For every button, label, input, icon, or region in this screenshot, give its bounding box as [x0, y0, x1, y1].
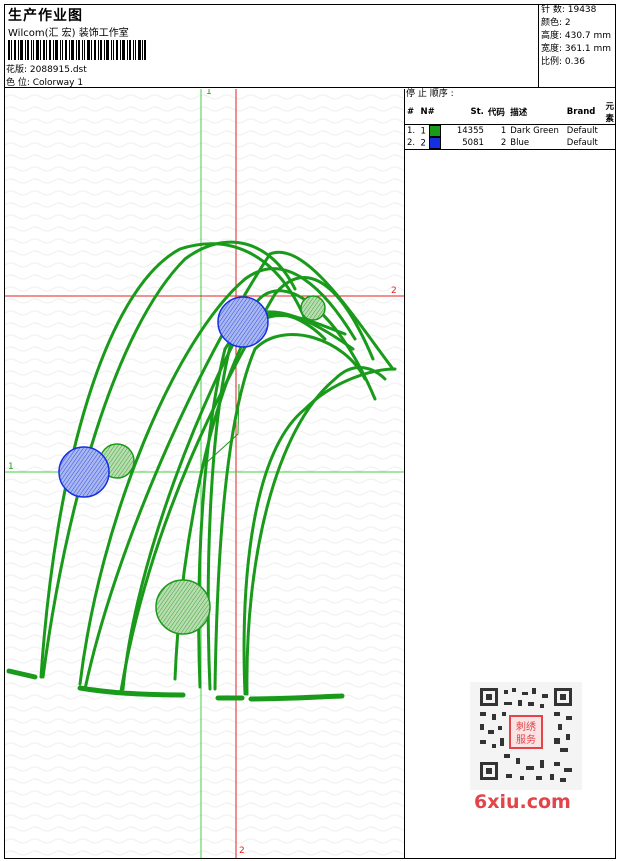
blue-ball-top [217, 296, 269, 348]
col-description: 描述 [508, 100, 565, 125]
color-swatch-blue [428, 137, 441, 149]
design-file-label: 花版: 2088915.dst [6, 65, 87, 75]
row-number: 2 [420, 138, 426, 149]
col-index: # [405, 100, 419, 125]
page-title: 生产作业图 [8, 8, 83, 24]
green-ball-small [300, 295, 326, 321]
row-number: 1 [420, 126, 426, 137]
row-stitches: 14355 [456, 126, 484, 136]
row-description: Dark Green [510, 126, 559, 136]
qr-code-watermark: 刺绣 服务 [470, 682, 582, 790]
guide-label-h2: 2 [391, 286, 397, 296]
colorway-label: 色 位: Colorway 1 [6, 78, 84, 88]
green-ball-large [155, 579, 211, 635]
guide-label-v2: 2 [239, 846, 245, 856]
col-stitches: St. [445, 100, 486, 125]
row-code: 1 [500, 126, 507, 136]
row-stitches: 5081 [445, 137, 486, 150]
col-element: 元素 [603, 100, 616, 125]
row-brand: Default [564, 137, 604, 150]
stats-box: 针 数: 19438 颜色: 2 高度: 430.7 mm 宽度: 361.1 … [538, 4, 616, 88]
barcode [8, 40, 146, 60]
table-row: 2. 2 5081 2 Blue Default [405, 137, 616, 150]
row-brand: Default [566, 126, 598, 136]
col-number: N# [418, 100, 446, 125]
row-description: Blue [508, 137, 565, 150]
watermark-brand: 6xiu.com [474, 791, 571, 813]
row-index: 2. [405, 137, 419, 150]
embroidery-preview [5, 89, 404, 858]
design-height: 高度: 430.7 mm [541, 31, 612, 41]
row-index: 1. [407, 126, 416, 136]
col-brand: Brand [564, 100, 604, 125]
blue-ball-left [58, 446, 110, 498]
table-header: # N# St. 代码 描述 Brand 元素 [405, 100, 616, 125]
stop-sequence-title: 停 止 顺序 : [406, 89, 454, 99]
stitch-count: 针 数: 19438 [541, 5, 597, 15]
color-count: 颜色: 2 [541, 18, 571, 28]
svg-text:服务: 服务 [516, 733, 536, 746]
company-name: Wilcom(汇 宏) 装饰工作室 [8, 28, 129, 39]
design-scale: 比例: 0.36 [541, 57, 585, 67]
svg-text:刺绣: 刺绣 [516, 720, 536, 733]
table-row: 1. 1 14355 1 Dark Green Default [405, 125, 616, 137]
design-canvas: 1 2 1 2 [5, 89, 404, 858]
guide-label-v1: 1 [206, 89, 212, 97]
guide-label-h1: 1 [8, 462, 14, 472]
stop-sequence-table: # N# St. 代码 描述 Brand 元素 1. 1 14355 1 Dar… [405, 100, 616, 150]
color-swatch-green [428, 125, 441, 137]
header: 生产作业图 Wilcom(汇 宏) 装饰工作室 花版: 2088915.dst … [4, 4, 616, 88]
row-code: 2 [485, 137, 509, 150]
design-width: 宽度: 361.1 mm [541, 44, 612, 54]
col-code: 代码 [485, 100, 509, 125]
